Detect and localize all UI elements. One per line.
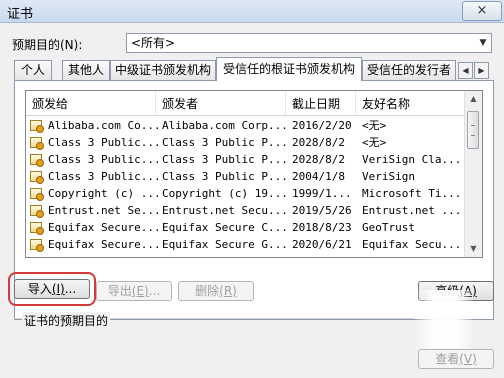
- expiration-date-cell: 2019/5/26: [292, 204, 352, 217]
- table-row[interactable]: Class 3 Public... Class 3 Public P... 2028…: [26, 134, 466, 151]
- certificate-icon: [30, 205, 44, 218]
- expiration-date-cell: 1999/1...: [292, 187, 352, 200]
- vertical-scrollbar[interactable]: ▲ ▼: [464, 91, 482, 257]
- friendly-name-cell: Entrust.net ...: [362, 204, 460, 217]
- export-ellipsis: ...: [148, 284, 161, 298]
- tab-scroll-left-button[interactable]: ◀: [458, 62, 473, 79]
- issued-to-cell: Copyright (c) ...: [48, 187, 160, 200]
- close-icon: ×: [476, 3, 488, 18]
- list-header: 颁发给 颁发者 截止日期 友好名称: [26, 91, 466, 116]
- view-shortcut: (V): [459, 352, 477, 366]
- issued-to-cell: Alibaba.com Co...: [48, 119, 160, 132]
- issued-by-cell: Class 3 Public P...: [162, 136, 288, 149]
- certificate-icon: [30, 222, 44, 235]
- issued-to-cell: Entrust.net Se...: [48, 204, 160, 217]
- column-header-issued-by[interactable]: 颁发者: [156, 91, 286, 115]
- expiration-date-cell: 2004/1/8: [292, 170, 345, 183]
- friendly-name-cell: VeriSign Cla...: [362, 153, 460, 166]
- close-button[interactable]: ×: [462, 1, 502, 21]
- purpose-label: 预期目的(N):: [12, 38, 83, 52]
- view-button[interactable]: 查看(V): [418, 349, 494, 369]
- issued-to-cell: Equifax Secure...: [48, 238, 160, 251]
- issued-by-cell: Entrust.net Secu...: [162, 204, 288, 217]
- certificate-icon: [30, 137, 44, 150]
- friendly-name-cell: VeriSign: [362, 170, 415, 183]
- column-header-friendly-name[interactable]: 友好名称: [356, 91, 466, 115]
- window-title: 证书: [7, 7, 34, 22]
- expiration-date-cell: 2016/2/20: [292, 119, 352, 132]
- issued-to-cell: Class 3 Public...: [48, 136, 160, 149]
- table-row[interactable]: Class 3 Public... Class 3 Public P... 2004…: [26, 168, 466, 185]
- chevron-right-icon: ▶: [478, 66, 485, 75]
- issued-by-cell: Class 3 Public P...: [162, 170, 288, 183]
- export-button[interactable]: 导出(E)...: [96, 281, 172, 301]
- certificate-icon: [30, 154, 44, 167]
- issued-by-cell: Equifax Secure C...: [162, 221, 288, 234]
- friendly-name-cell: <无>: [362, 119, 387, 132]
- expiration-date-cell: 2020/6/21: [292, 238, 352, 251]
- scroll-down-icon[interactable]: ▼: [465, 241, 482, 257]
- tab-scroll-right-button[interactable]: ▶: [474, 62, 489, 79]
- certificate-list[interactable]: 颁发给 颁发者 截止日期 友好名称 Alibaba.com Co... Aliba…: [25, 90, 483, 258]
- expiration-date-cell: 2028/8/2: [292, 136, 345, 149]
- certificate-icon: [30, 171, 44, 184]
- tab-trusted-publishers[interactable]: 受信任的发行者: [362, 60, 456, 80]
- title-bar: 证书 ×: [0, 0, 504, 23]
- remove-label: 删除: [195, 284, 220, 298]
- issued-to-cell: Class 3 Public...: [48, 153, 160, 166]
- column-header-issued-to[interactable]: 颁发给: [26, 91, 156, 115]
- purpose-selected-value: <所有>: [131, 36, 176, 50]
- certificate-icon: [30, 239, 44, 252]
- import-highlight-annotation: [8, 272, 96, 306]
- issued-to-cell: Equifax Secure...: [48, 221, 160, 234]
- table-row[interactable]: Entrust.net Se... Entrust.net Secu... 2019…: [26, 202, 466, 219]
- issued-by-cell: Class 3 Public P...: [162, 153, 288, 166]
- tab-personal[interactable]: 个人: [14, 60, 52, 80]
- tab-trusted-root-ca[interactable]: 受信任的根证书颁发机构: [216, 57, 362, 81]
- expiration-date-cell: 2028/8/2: [292, 153, 345, 166]
- table-row[interactable]: Equifax Secure... Equifax Secure C... 2018…: [26, 219, 466, 236]
- export-shortcut: (E): [131, 284, 149, 298]
- expiration-date-cell: 2018/8/23: [292, 221, 352, 234]
- remove-shortcut: (R): [219, 284, 237, 298]
- certificate-icon: [30, 120, 44, 133]
- remove-button[interactable]: 删除(R): [178, 281, 254, 301]
- friendly-name-cell: Microsoft Ti...: [362, 187, 460, 200]
- friendly-name-cell: GeoTrust: [362, 221, 415, 234]
- chevron-left-icon: ◀: [462, 66, 469, 75]
- tab-intermediate-ca[interactable]: 中级证书颁发机构: [110, 60, 216, 80]
- certificate-icon: [30, 188, 44, 201]
- column-header-expiration-date[interactable]: 截止日期: [286, 91, 356, 115]
- table-row[interactable]: Class 3 Public... Class 3 Public P... 2028…: [26, 151, 466, 168]
- tab-other-people[interactable]: 其他人: [62, 60, 110, 80]
- glare-overlay: [415, 290, 475, 350]
- export-label: 导出: [107, 284, 132, 298]
- table-row[interactable]: Copyright (c) ... Copyright (c) 19... 1999…: [26, 185, 466, 202]
- chevron-down-icon: ▼: [479, 38, 487, 48]
- scroll-thumb[interactable]: [467, 111, 479, 149]
- table-row[interactable]: Equifax Secure... Equifax Secure G... 2020…: [26, 236, 466, 253]
- issued-by-cell: Alibaba.com Corp...: [162, 119, 288, 132]
- issued-by-cell: Equifax Secure G...: [162, 238, 288, 251]
- issued-by-cell: Copyright (c) 19...: [162, 187, 288, 200]
- view-label: 查看: [435, 352, 460, 366]
- table-row[interactable]: Alibaba.com Co... Alibaba.com Corp... 2016…: [26, 117, 466, 134]
- issued-to-cell: Class 3 Public...: [48, 170, 160, 183]
- purpose-group-label: 证书的预期目的: [22, 312, 111, 329]
- friendly-name-cell: <无>: [362, 136, 387, 149]
- friendly-name-cell: Equifax Secu...: [362, 238, 460, 251]
- scroll-up-icon[interactable]: ▲: [465, 91, 482, 107]
- purpose-dropdown[interactable]: <所有> ▼: [126, 33, 492, 53]
